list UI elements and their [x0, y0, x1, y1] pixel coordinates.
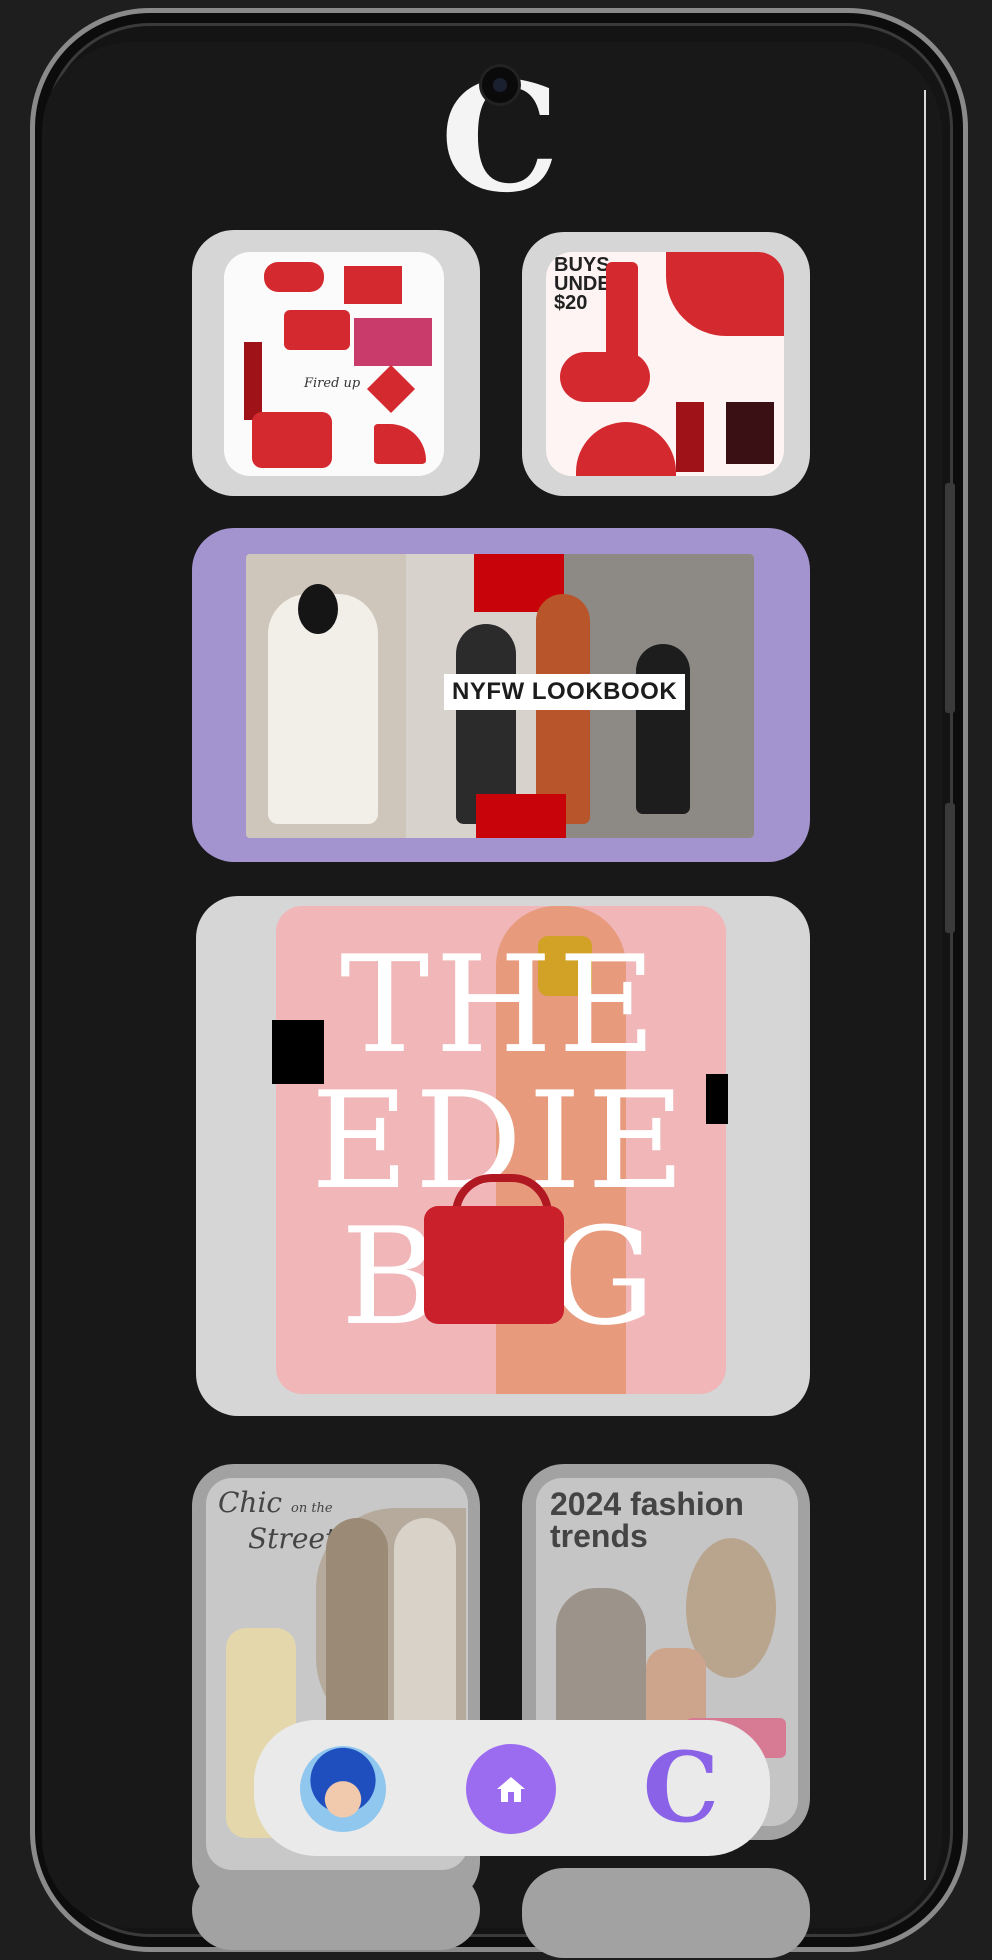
- power-button: [945, 803, 955, 933]
- makeup-image: BUYS UNDER $20: [546, 252, 784, 476]
- bottom-nav-bar: C: [254, 1720, 770, 1856]
- feed-card-accessories[interactable]: Fired up: [192, 230, 480, 496]
- front-camera: [482, 67, 518, 103]
- feed-card-edie-bag[interactable]: THE EDIE BAG: [196, 896, 810, 1416]
- profile-avatar-button[interactable]: [300, 1746, 386, 1832]
- home-button[interactable]: [466, 1744, 556, 1834]
- accessories-caption: Fired up: [304, 376, 361, 391]
- feed-card-partial-right[interactable]: [522, 1868, 810, 1958]
- makeup-headline: BUYS UNDER $20: [554, 254, 626, 314]
- lookbook-image: NYFW LOOKBOOK: [246, 554, 754, 838]
- lookbook-label: NYFW LOOKBOOK: [444, 674, 686, 710]
- brand-logo-button[interactable]: C: [636, 1740, 726, 1836]
- black-tab-overlay: [706, 1074, 728, 1124]
- scroll-edge-line: [924, 90, 926, 1880]
- chic-title: Chic on the Street: [218, 1486, 337, 1555]
- home-icon: [497, 1777, 525, 1802]
- feed-card-makeup[interactable]: BUYS UNDER $20: [522, 232, 810, 496]
- volume-button: [945, 483, 955, 713]
- feed-card-partial-left[interactable]: [192, 1870, 480, 1950]
- red-bag: [424, 1206, 564, 1324]
- edie-line-1: THE: [339, 927, 663, 1083]
- black-square-overlay: [272, 1020, 324, 1084]
- accessories-image: Fired up: [224, 252, 444, 476]
- feed-card-nyfw-lookbook[interactable]: NYFW LOOKBOOK: [192, 528, 810, 862]
- edie-bag-image: THE EDIE BAG: [276, 906, 726, 1394]
